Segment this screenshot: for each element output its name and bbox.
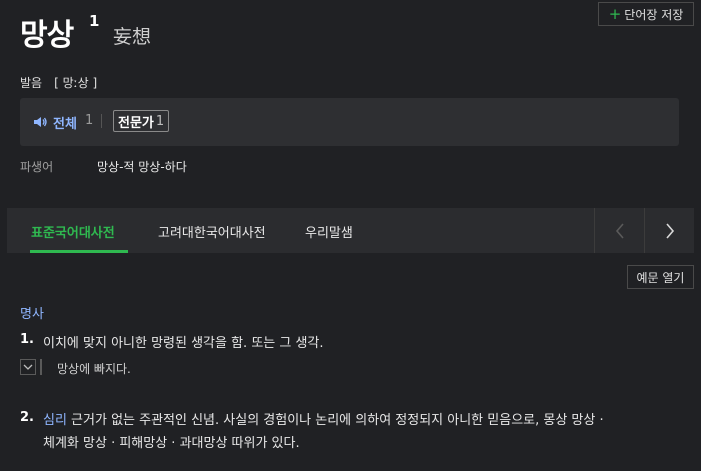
definition-text-line1: 근거가 없는 주관적인 신념. 사실의 경험이나 논리에 의하여 정정되지 아니…	[66, 413, 604, 428]
audio-all-count: 1	[85, 113, 94, 128]
audio-separator	[101, 114, 102, 128]
speaker-icon[interactable]	[32, 114, 48, 130]
definition-number: 2.	[20, 410, 34, 425]
audio-expert-count: 1	[155, 113, 165, 129]
save-to-wordbook-button[interactable]: + 단어장 저장	[598, 2, 694, 26]
open-examples-button[interactable]: 예문 열기	[627, 265, 694, 289]
pronunciation-label: 발음	[20, 76, 43, 90]
hanja-origin: 妄想	[113, 26, 152, 48]
audio-expert-button[interactable]: 전문가 1	[113, 110, 170, 132]
tab-standard-dictionary[interactable]: 표준국어대사전	[31, 222, 115, 241]
definition-number: 1.	[20, 332, 34, 347]
chevron-right-icon	[665, 222, 674, 239]
field-tag-psychology[interactable]: 심리	[43, 413, 67, 428]
chevron-down-icon	[23, 364, 33, 370]
tab-prev-button[interactable]	[595, 208, 644, 253]
definition-text-line2: 체계화 망상 · 피해망상 · 과대망상 따위가 있다.	[43, 436, 300, 451]
tab-urimalsaem[interactable]: 우리말샘	[305, 222, 353, 241]
active-tab-indicator	[30, 250, 128, 253]
example-expand-toggle[interactable]	[20, 359, 36, 375]
pronunciation-row: 발음 [ 망ː상 ]	[20, 74, 97, 91]
plus-icon: +	[608, 4, 622, 23]
save-to-wordbook-label: 단어장 저장	[624, 7, 684, 22]
derived-words-label: 파생어	[20, 160, 54, 174]
tab-next-button[interactable]	[645, 208, 694, 253]
tab-korea-univ-dictionary[interactable]: 고려대한국어대사전	[158, 222, 266, 241]
definition-text: 이치에 맞지 아니한 망령된 생각을 함. 또는 그 생각.	[43, 336, 324, 351]
example-bar	[40, 359, 42, 375]
headword-title: 망상	[20, 18, 74, 53]
audio-expert-label: 전문가	[118, 115, 154, 131]
pronunciation-value: [ 망ː상 ]	[54, 76, 98, 90]
definition-text: 심리 근거가 없는 주관적인 신념. 사실의 경험이나 논리에 의하여 정정되지…	[43, 409, 693, 432]
chevron-left-icon	[615, 222, 624, 239]
example-sentence: 망상에 빠지다.	[57, 362, 131, 376]
derived-words-value[interactable]: 망상-적 망상-하다	[97, 158, 187, 175]
homograph-number: 1	[89, 12, 100, 30]
audio-all-tab[interactable]: 전체	[53, 113, 77, 132]
part-of-speech: 명사	[20, 307, 44, 322]
